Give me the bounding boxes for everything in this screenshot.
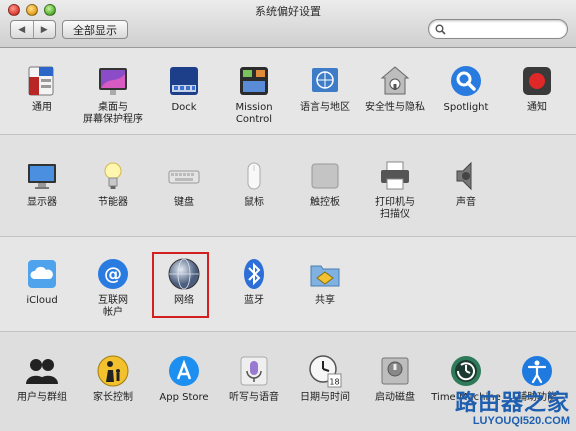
pane-label: App Store	[159, 392, 209, 403]
pane-label: 桌面与 屏幕保护程序	[83, 102, 143, 125]
pane-label: 日期与时间	[300, 392, 350, 403]
mouse-icon	[237, 159, 271, 193]
pane-label: 用户与群组	[17, 392, 67, 403]
pane-mouse[interactable]: 鼠标	[219, 159, 289, 209]
startup-disk-icon	[378, 354, 412, 388]
window-title: 系统偏好设置	[255, 5, 321, 18]
users-groups-icon	[25, 354, 59, 388]
pane-label: 声音	[456, 197, 476, 208]
pane-printers-scanners[interactable]: 打印机与 扫描仪	[360, 159, 430, 221]
icloud-icon	[25, 257, 59, 291]
watermark-url: LUYOUQI520.COM	[472, 415, 570, 427]
pane-label: 节能器	[98, 197, 128, 208]
pane-label: 鼠标	[244, 197, 264, 208]
pane-label: 共享	[315, 295, 335, 306]
time-machine-icon	[449, 354, 483, 388]
bluetooth-icon	[237, 257, 271, 291]
pane-language-region[interactable]: 语言与地区	[290, 64, 360, 114]
pane-label: 听写与语音	[229, 392, 279, 403]
pane-label: 语言与地区	[300, 102, 350, 113]
pane-sharing[interactable]: 共享	[290, 257, 360, 307]
pane-label: 启动磁盘	[375, 392, 415, 403]
pane-label: Spotlight	[443, 102, 489, 113]
forward-button[interactable]: ▶	[32, 21, 56, 38]
pane-parental-controls[interactable]: 家长控制	[78, 354, 148, 404]
printers-scanners-icon	[378, 159, 412, 193]
desktop-screensaver-icon	[96, 64, 130, 98]
pane-icloud[interactable]: iCloud	[7, 257, 77, 307]
svg-text:18: 18	[329, 378, 339, 387]
pane-label: Mission Control	[235, 102, 273, 125]
search-field[interactable]	[428, 19, 568, 39]
internet-accounts-icon: @	[96, 257, 130, 291]
pane-displays[interactable]: 显示器	[7, 159, 77, 209]
pane-bluetooth[interactable]: 蓝牙	[219, 257, 289, 307]
pane-label: 触控板	[310, 197, 340, 208]
mission-control-icon	[237, 64, 271, 98]
sound-icon	[449, 159, 483, 193]
pane-label: Dock	[171, 102, 197, 113]
search-icon	[435, 24, 446, 35]
pane-label: 打印机与 扫描仪	[375, 197, 415, 220]
pane-notifications[interactable]: 通知	[502, 64, 572, 114]
displays-icon	[25, 159, 59, 193]
window-titlebar: 系统偏好设置 ◀ ▶ 全部显示	[0, 0, 576, 48]
parental-controls-icon	[96, 354, 130, 388]
app-store-icon	[167, 354, 201, 388]
pane-dictation-speech[interactable]: 听写与语音	[219, 354, 289, 404]
pane-energy-saver[interactable]: 节能器	[78, 159, 148, 209]
pane-internet-accounts[interactable]: @ 互联网 帐户	[78, 257, 148, 319]
pane-trackpad[interactable]: 触控板	[290, 159, 360, 209]
hardware-section: 显示器 节能器 键盘 鼠标 触控板 打印机与 扫描仪 声音	[0, 135, 576, 237]
pane-label: 互联网 帐户	[98, 295, 128, 318]
notifications-icon	[520, 64, 554, 98]
dock-icon	[167, 64, 201, 98]
date-time-icon: 18	[308, 354, 342, 388]
pane-mission-control[interactable]: Mission Control	[219, 64, 289, 126]
network-highlight-box	[152, 252, 209, 318]
pane-app-store[interactable]: App Store	[149, 354, 219, 404]
pane-dock[interactable]: Dock	[149, 64, 219, 114]
back-forward-control: ◀ ▶	[10, 20, 56, 39]
svg-text:@: @	[104, 264, 122, 285]
pane-general[interactable]: 通用	[7, 64, 77, 114]
pane-label: 通用	[32, 102, 52, 113]
pane-spotlight[interactable]: Spotlight	[431, 64, 501, 114]
pane-startup-disk[interactable]: 启动磁盘	[360, 354, 430, 404]
pane-label: 通知	[527, 102, 547, 113]
watermark-title: 路由器之家	[454, 391, 570, 416]
pane-label: 家长控制	[93, 392, 133, 403]
back-button[interactable]: ◀	[11, 21, 33, 38]
pane-security-privacy[interactable]: 安全性与隐私	[360, 64, 430, 114]
dictation-speech-icon	[237, 354, 271, 388]
trackpad-icon	[308, 159, 342, 193]
accessibility-icon	[520, 354, 554, 388]
pane-label: 键盘	[174, 197, 194, 208]
watermark: 路由器之家 LUYOUQI520.COM	[455, 385, 570, 427]
general-icon	[25, 64, 59, 98]
personal-section: 通用 桌面与 屏幕保护程序 Dock Mission Control 语言与地区…	[0, 48, 576, 135]
energy-saver-icon	[96, 159, 130, 193]
pane-users-groups[interactable]: 用户与群组	[7, 354, 77, 404]
pane-keyboard[interactable]: 键盘	[149, 159, 219, 209]
pane-label: iCloud	[26, 295, 58, 306]
pane-label: 安全性与隐私	[365, 102, 425, 113]
pane-label: 显示器	[27, 197, 57, 208]
show-all-button[interactable]: 全部显示	[62, 20, 128, 39]
pane-desktop-screensaver[interactable]: 桌面与 屏幕保护程序	[78, 64, 148, 126]
sharing-icon	[308, 257, 342, 291]
language-region-icon	[308, 64, 342, 98]
spotlight-icon	[449, 64, 483, 98]
internet-wireless-section: iCloud @ 互联网 帐户 网络 蓝牙 共享	[0, 237, 576, 332]
pane-label: 蓝牙	[244, 295, 264, 306]
pane-date-time[interactable]: 18 日期与时间	[290, 354, 360, 404]
security-privacy-icon	[378, 64, 412, 98]
pane-sound[interactable]: 声音	[431, 159, 501, 209]
keyboard-icon	[167, 159, 201, 193]
